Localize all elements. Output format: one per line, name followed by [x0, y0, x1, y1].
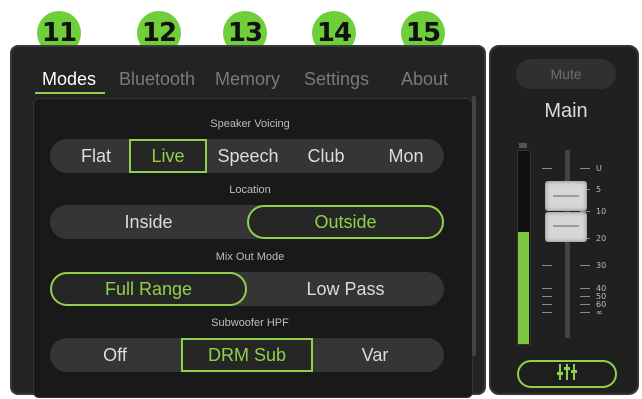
speaker-voicing-title: Speaker Voicing [210, 118, 290, 130]
handle-grip-line [553, 225, 579, 227]
tab-bar: Modes Bluetooth Memory Settings About [12, 69, 484, 99]
voicing-option-live[interactable]: Live [129, 139, 207, 173]
channel-label: Main [544, 100, 588, 122]
tab-bluetooth[interactable]: Bluetooth [119, 69, 195, 90]
fader-track[interactable] [565, 150, 570, 338]
fader-tick [580, 265, 590, 266]
fader-tick [580, 288, 590, 289]
handle-grip-line [553, 195, 579, 197]
fader-tick [580, 312, 590, 313]
tab-memory[interactable]: Memory [215, 69, 280, 90]
mixout-option-full-range[interactable]: Full Range [50, 272, 247, 306]
fader-tick [542, 168, 552, 169]
fader-tick [580, 304, 590, 305]
mute-button[interactable]: Mute [516, 59, 616, 89]
location-selector: Inside Outside [50, 205, 444, 239]
fader-sliders-button[interactable] [517, 360, 617, 388]
tab-about[interactable]: About [401, 69, 448, 90]
mix-out-mode-selector: Full Range Low Pass [50, 272, 444, 306]
hpf-option-off[interactable]: Off [60, 338, 170, 372]
location-option-inside[interactable]: Inside [50, 205, 247, 239]
scale-label: 5 [596, 185, 602, 194]
hpf-option-var[interactable]: Var [320, 338, 430, 372]
location-title: Location [229, 184, 271, 196]
fader-handle-lower[interactable] [545, 212, 587, 242]
speaker-voicing-selector: Flat Live Speech Club Mon [50, 139, 444, 173]
fader-tick [580, 168, 590, 169]
voicing-option-speech[interactable]: Speech [207, 139, 289, 173]
subwoofer-hpf-selector: Off DRM Sub Var [50, 338, 444, 372]
level-meter-fill [518, 232, 529, 344]
voicing-option-mon[interactable]: Mon [368, 139, 444, 173]
fader-tick [542, 296, 552, 297]
fader-tick [542, 312, 552, 313]
hpf-option-drm-sub[interactable]: DRM Sub [181, 338, 313, 372]
location-option-outside[interactable]: Outside [247, 205, 444, 239]
subwoofer-hpf-title: Subwoofer HPF [211, 317, 289, 329]
fader-sliders-icon [556, 363, 578, 386]
scale-label: 10 [596, 207, 607, 216]
scale-label: U [596, 164, 602, 173]
voicing-option-club[interactable]: Club [290, 139, 362, 173]
tab-modes[interactable]: Modes [42, 69, 96, 90]
scale-label: 30 [596, 261, 607, 270]
scale-label: ∞ [596, 308, 603, 317]
fader-tick [542, 265, 552, 266]
mixout-option-low-pass[interactable]: Low Pass [247, 272, 444, 306]
scale-label: 20 [596, 234, 607, 243]
mix-out-mode-title: Mix Out Mode [215, 251, 285, 263]
voicing-option-flat[interactable]: Flat [60, 139, 132, 173]
tab-settings[interactable]: Settings [304, 69, 369, 90]
active-tab-underline [35, 92, 105, 94]
meter-clip-indicator [519, 143, 527, 148]
fader-handle[interactable] [545, 181, 587, 211]
fader-tick [542, 288, 552, 289]
fader-tick [580, 296, 590, 297]
fader-tick [542, 304, 552, 305]
